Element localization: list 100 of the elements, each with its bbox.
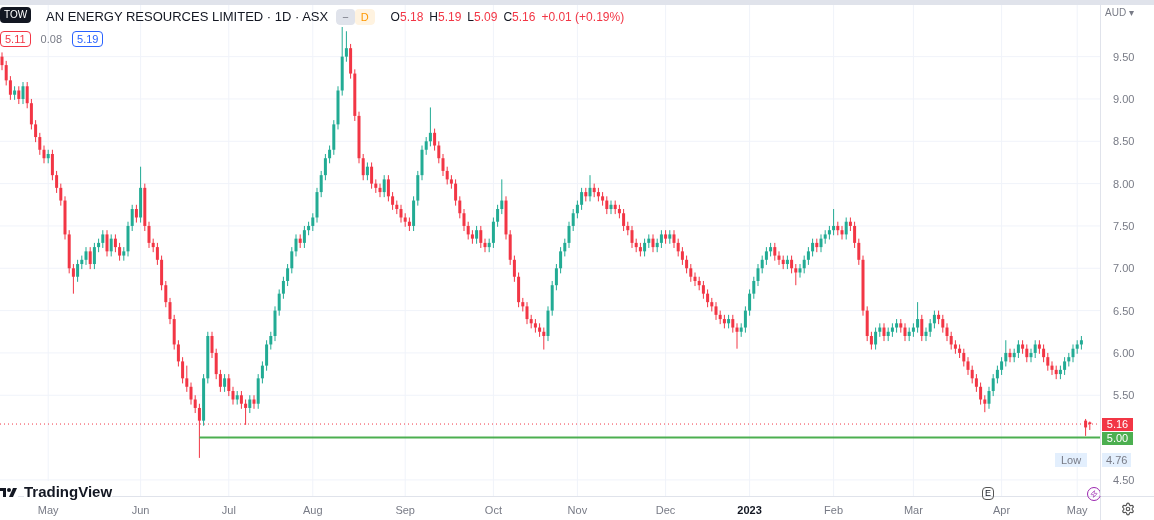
- price-tick: 8.50: [1113, 134, 1135, 149]
- candlestick: [714, 301, 718, 321]
- candlestick: [1004, 339, 1008, 367]
- chart-title: AN ENERGY RESOURCES LIMITED · 1D · ASX: [46, 8, 329, 26]
- time-tick: Feb: [824, 503, 844, 518]
- candlestick: [483, 238, 487, 253]
- candlestick: [227, 373, 231, 397]
- candlestick: [21, 81, 25, 105]
- candlestick: [559, 246, 563, 274]
- candlestick: [441, 153, 445, 177]
- indicator-value: 5.11: [0, 30, 31, 47]
- candlestick: [924, 327, 928, 342]
- candlestick: [281, 276, 285, 300]
- candlestick: [55, 170, 59, 194]
- candlestick: [945, 322, 949, 342]
- price-tick: 7.50: [1113, 218, 1135, 233]
- candlestick: [84, 246, 88, 266]
- ohlc-value: H5.19: [429, 8, 462, 26]
- candlestick: [693, 272, 697, 287]
- candlestick: [609, 200, 613, 215]
- candlestick: [155, 242, 159, 266]
- time-tick: Jun: [131, 503, 150, 518]
- candlestick: [319, 170, 323, 198]
- candlestick: [105, 229, 109, 257]
- candlestick: [580, 187, 584, 211]
- candlestick: [370, 161, 374, 190]
- candlestick: [916, 301, 920, 334]
- candlestick: [214, 348, 218, 380]
- candlestick: [378, 183, 382, 198]
- candlestick: [382, 174, 386, 198]
- candlestick: [147, 221, 151, 249]
- candlestick: [991, 373, 995, 397]
- candlestick: [874, 327, 878, 351]
- candlestick: [59, 183, 63, 207]
- candlestick: [743, 305, 747, 334]
- candlestick: [210, 331, 214, 359]
- candlestick: [302, 225, 306, 249]
- ohlc-value: L5.09: [467, 8, 498, 26]
- lightning-icon[interactable]: [1087, 487, 1101, 501]
- candlestick: [571, 208, 575, 232]
- candlestick: [164, 280, 168, 308]
- candlestick: [76, 259, 80, 283]
- candlestick: [748, 288, 752, 317]
- candlestick: [1029, 348, 1033, 363]
- candlestick: [286, 263, 290, 287]
- status-badge: D: [354, 8, 375, 25]
- time-tick: May: [37, 503, 59, 518]
- price-tick: 6.50: [1113, 303, 1135, 318]
- low-label: Low: [1055, 453, 1088, 467]
- candlestick: [8, 75, 12, 101]
- candlestick: [437, 140, 441, 164]
- settings-icon[interactable]: [1120, 501, 1135, 516]
- status-badge: −: [336, 8, 355, 25]
- candlestick: [840, 225, 844, 240]
- support-price-label: 5.00: [1102, 431, 1133, 445]
- candlestick: [323, 153, 327, 181]
- candlestick: [260, 360, 264, 384]
- candlestick: [844, 216, 848, 240]
- candlestick: [433, 128, 437, 152]
- candlestick: [361, 153, 365, 181]
- candlestick: [71, 263, 75, 295]
- candlestick: [294, 233, 298, 257]
- earnings-marker[interactable]: E: [982, 487, 994, 500]
- candlestick: [1071, 343, 1075, 363]
- candlestick: [88, 246, 92, 270]
- candlestick: [34, 119, 38, 143]
- candlestick: [832, 208, 836, 236]
- candlestick: [344, 30, 348, 63]
- price-tick: 4.50: [1113, 472, 1135, 487]
- time-tick: Aug: [303, 503, 323, 518]
- candlestick: [798, 263, 802, 279]
- candlestick: [987, 386, 991, 410]
- candlestick: [265, 339, 269, 372]
- candlestick: [672, 229, 676, 249]
- candlestick: [794, 263, 798, 286]
- candlestick: [0, 51, 4, 71]
- last-price-label: 5.16: [1102, 418, 1133, 432]
- price-tick: 9.00: [1113, 91, 1135, 106]
- candlestick: [979, 382, 983, 406]
- candlestick: [231, 386, 235, 406]
- candlestick: [777, 250, 781, 266]
- candlestick: [462, 208, 466, 232]
- candlestick: [903, 322, 907, 342]
- time-tick: 2023: [737, 503, 762, 518]
- currency-selector[interactable]: AUD ▾: [1105, 5, 1134, 20]
- time-tick: Oct: [484, 503, 502, 518]
- candlestick: [756, 263, 760, 287]
- time-tick: May: [1066, 503, 1088, 518]
- ohlc-value: O5.18: [390, 8, 424, 26]
- candlestick: [252, 394, 256, 410]
- candlestick: [491, 216, 495, 249]
- candlestick: [853, 221, 857, 249]
- candlestick: [25, 81, 29, 109]
- candlestick: [29, 98, 33, 130]
- candlestick: [651, 233, 655, 253]
- candlestick: [479, 225, 483, 249]
- candlestick: [882, 322, 886, 342]
- tooltip: TOW: [0, 7, 32, 23]
- candlestick: [819, 233, 823, 253]
- candlestick: [50, 149, 54, 181]
